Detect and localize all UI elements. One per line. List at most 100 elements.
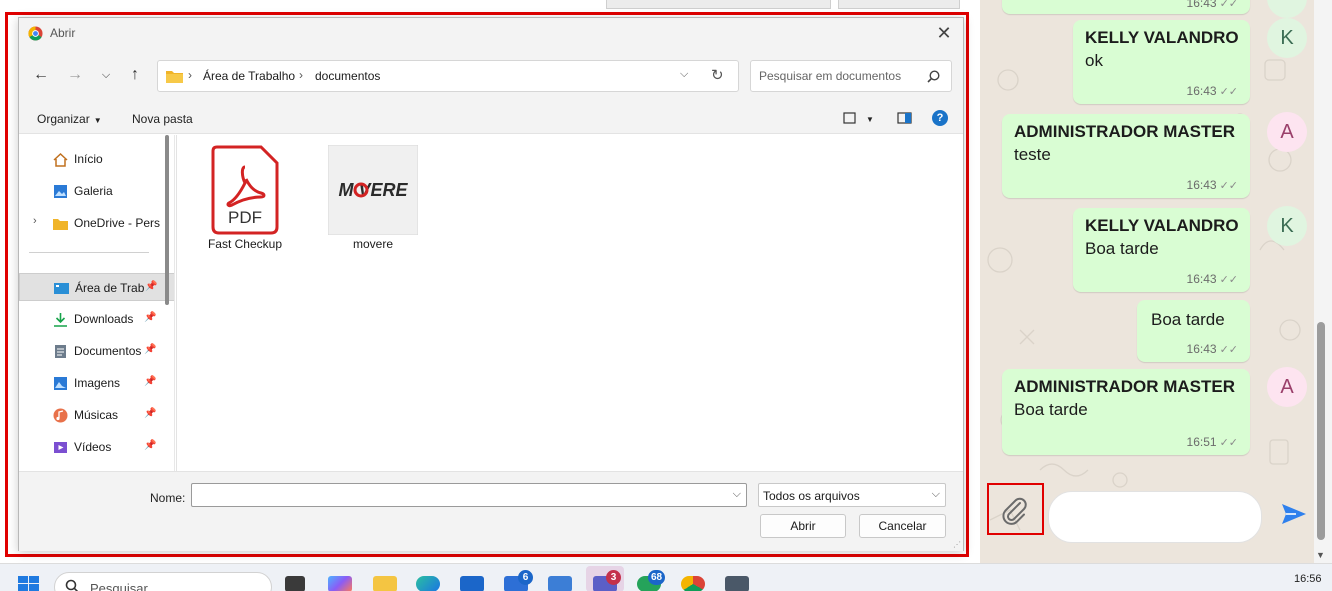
file-explorer-icon[interactable]	[373, 576, 397, 591]
notification-badge: 6	[518, 570, 533, 585]
chrome-logo-icon	[28, 26, 43, 41]
nav-item-videos[interactable]: Vídeos 📌	[19, 433, 174, 461]
windows-start-icon[interactable]	[18, 576, 40, 591]
address-row: ← → ⌵ ↑ › Área de Trabalho › documentos …	[19, 48, 963, 104]
taskbar-clock: 16:56	[1294, 573, 1322, 585]
message-time: 16:43 ✓✓	[1186, 272, 1238, 286]
caret-down-icon[interactable]: ▼	[866, 115, 874, 124]
file-name-input[interactable]: ⌵	[191, 483, 747, 507]
music-icon	[53, 408, 68, 423]
message-text: ok	[1085, 51, 1103, 70]
pin-icon: 📌	[145, 281, 158, 292]
double-check-icon: ✓✓	[1219, 0, 1238, 10]
address-bar[interactable]: › Área de Trabalho › documentos ⌵ ↻	[157, 60, 739, 92]
taskbar: Pesquisar 6 3 68 16:56	[0, 563, 1332, 591]
nav-pane-scrollbar[interactable]	[165, 135, 169, 305]
notification-badge: 68	[648, 570, 666, 585]
close-icon[interactable]: ✕	[933, 22, 955, 44]
notification-badge: 3	[606, 570, 621, 585]
pin-icon: 📌	[144, 408, 157, 419]
chevron-down-icon[interactable]: ⌵	[932, 488, 940, 501]
open-button[interactable]: Abrir	[760, 514, 846, 538]
folder-icon	[53, 219, 68, 230]
cancel-button[interactable]: Cancelar	[859, 514, 946, 538]
chevron-down-icon[interactable]: ⌵	[733, 488, 741, 501]
search-icon	[927, 70, 940, 83]
scroll-down-arrow-icon[interactable]: ▼	[1316, 550, 1325, 560]
up-arrow-icon[interactable]: ↑	[124, 66, 146, 84]
nav-item-onedrive[interactable]: › OneDrive - Pers	[19, 209, 174, 237]
file-item-pdf[interactable]: PDF Fast Checkup	[197, 145, 293, 265]
paperclip-icon[interactable]	[1000, 496, 1030, 526]
message-time: 16:43 ✓✓	[1186, 84, 1238, 98]
back-arrow-icon[interactable]: ←	[30, 66, 52, 84]
breadcrumb-separator-icon: ›	[188, 68, 192, 82]
message-time: 16:43 ✓✓	[1186, 0, 1238, 10]
message-bubble: KELLY VALANDRO ok 16:43 ✓✓	[1073, 20, 1250, 104]
message-author: KELLY VALANDRO	[1085, 216, 1239, 235]
nav-item-galeria[interactable]: Galeria	[19, 177, 174, 205]
video-icon	[54, 442, 67, 453]
avatar: A	[1267, 367, 1307, 407]
message-author: KELLY VALANDRO	[1085, 28, 1239, 47]
message-bubble: ADMINISTRADOR MASTER teste 16:43 ✓✓	[1002, 114, 1250, 198]
image-icon	[54, 377, 67, 390]
double-check-icon: ✓✓	[1219, 274, 1238, 286]
dialog-footer: Nome: ⌵ Todos os arquivos ⌵ Abrir Cancel…	[19, 471, 963, 551]
message-bubble: KELLY VALANDRO Boa tarde 16:43 ✓✓	[1073, 208, 1250, 292]
download-icon	[54, 313, 67, 327]
store-icon[interactable]	[460, 576, 484, 591]
help-icon[interactable]: ?	[932, 110, 948, 126]
nav-item-desktop[interactable]: Área de Trab 📌	[19, 273, 174, 301]
message-time: 16:43 ✓✓	[1186, 178, 1238, 192]
nav-divider	[29, 252, 149, 253]
desktop-icon	[54, 283, 69, 294]
resize-grip-icon[interactable]: ⋰	[953, 540, 961, 549]
navigation-pane: Início Galeria › OneDrive - Pers Área de…	[19, 135, 175, 471]
nav-item-documentos[interactable]: Documentos 📌	[19, 337, 174, 365]
nav-item-inicio[interactable]: Início	[19, 145, 174, 173]
avatar: A	[1267, 112, 1307, 152]
message-time: 16:51 ✓✓	[1186, 435, 1238, 449]
notepad-icon[interactable]	[548, 576, 572, 591]
search-input[interactable]: Pesquisar em documentos	[750, 60, 952, 92]
file-type-value: Todos os arquivos	[763, 489, 860, 503]
message-text: Boa tarde	[1085, 239, 1159, 258]
file-name: movere	[352, 237, 393, 251]
preview-pane-icon[interactable]	[897, 111, 913, 125]
expand-chevron-icon[interactable]: ›	[33, 215, 37, 227]
nav-item-imagens[interactable]: Imagens 📌	[19, 369, 174, 397]
nav-item-musicas[interactable]: Músicas 📌	[19, 401, 174, 429]
dialog-titlebar[interactable]: Abrir ✕	[19, 18, 963, 48]
task-view-icon[interactable]	[285, 576, 305, 591]
pdf-label: PDF	[228, 208, 262, 227]
file-item-image[interactable]: M VERE movere	[310, 145, 418, 265]
organize-button[interactable]: Organizar ▼	[37, 112, 102, 126]
file-type-select[interactable]: Todos os arquivos ⌵	[758, 483, 946, 507]
copilot-icon[interactable]	[328, 576, 352, 591]
file-list: PDF Fast Checkup M VERE movere	[177, 135, 963, 471]
open-file-dialog: Abrir ✕ ← → ⌵ ↑ › Área de Trabalho › doc…	[18, 17, 964, 551]
send-icon[interactable]	[1280, 500, 1308, 528]
chevron-down-icon[interactable]: ⌵	[680, 68, 688, 81]
message-input[interactable]	[1048, 491, 1262, 543]
new-folder-button[interactable]: Nova pasta	[132, 112, 193, 126]
refresh-icon[interactable]: ↻	[711, 66, 724, 84]
chat-scrollbar[interactable]: ▼	[1314, 0, 1332, 563]
taskbar-search[interactable]: Pesquisar	[54, 572, 272, 591]
document-icon	[55, 345, 66, 358]
chat-scrollbar-thumb[interactable]	[1317, 322, 1325, 540]
edge-icon[interactable]	[416, 576, 440, 591]
nav-item-downloads[interactable]: Downloads 📌	[19, 305, 174, 333]
recent-locations-chevron-icon[interactable]: ⌵	[95, 69, 117, 82]
message-bubble: 16:43 ✓✓	[1002, 0, 1250, 14]
calculator-icon[interactable]	[725, 576, 749, 591]
breadcrumb-separator-icon: ›	[299, 68, 303, 82]
view-options-icon[interactable]	[843, 111, 859, 125]
breadcrumb-item[interactable]: documentos	[315, 69, 380, 83]
breadcrumb-item[interactable]: Área de Trabalho	[203, 69, 295, 83]
forward-arrow-icon[interactable]: →	[64, 66, 86, 84]
movere-image-thumbnail: M VERE	[328, 145, 418, 235]
chrome-icon[interactable]	[681, 576, 705, 591]
gallery-icon	[54, 185, 67, 198]
